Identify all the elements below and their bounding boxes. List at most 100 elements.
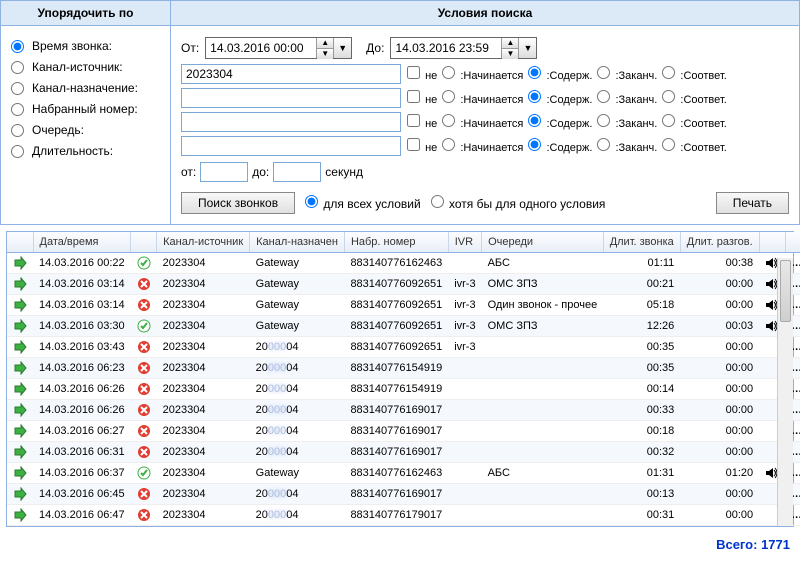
from-spinner[interactable]: ▲▼ — [316, 38, 333, 58]
from-label: От: — [181, 41, 199, 55]
search-header: Условия поиска — [171, 1, 799, 26]
cell-destination: 2000004 — [250, 337, 345, 358]
match-exact[interactable]: :Соответ. — [662, 114, 726, 130]
cell-destination: 2000004 — [250, 421, 345, 442]
filter-row: не :Начинается :Содерж. :Заканч. :Соотве… — [181, 64, 789, 84]
match-ends[interactable]: :Заканч. — [597, 66, 657, 82]
sort-radio[interactable] — [11, 145, 24, 158]
table-row[interactable]: 14.03.2016 06:45202330420000048831407761… — [7, 484, 800, 505]
sort-option[interactable]: Набранный номер: — [11, 102, 160, 116]
spin-down-icon[interactable]: ▼ — [502, 48, 518, 59]
match-starts[interactable]: :Начинается — [442, 138, 523, 154]
direction-icon — [13, 445, 27, 459]
to-date-box[interactable]: ▲▼ ▼ — [390, 37, 537, 59]
table-row[interactable]: 14.03.2016 03:43202330420000048831407760… — [7, 337, 800, 358]
to-spinner[interactable]: ▲▼ — [501, 38, 518, 58]
cell-destination: Gateway — [250, 253, 345, 274]
cell-queue: АБС — [482, 253, 604, 274]
match-starts[interactable]: :Начинается — [442, 66, 523, 82]
direction-icon — [13, 403, 27, 417]
column-header[interactable] — [759, 232, 785, 253]
match-contains[interactable]: :Содерж. — [528, 138, 592, 154]
cell-datetime: 14.03.2016 06:45 — [33, 484, 131, 505]
mode-all[interactable]: для всех условий — [305, 195, 421, 211]
column-header[interactable]: Дата/время — [33, 232, 131, 253]
sort-option[interactable]: Длительность: — [11, 144, 160, 158]
cell-call-duration: 01:31 — [603, 463, 680, 484]
sort-option[interactable]: Канал-назначение: — [11, 81, 160, 95]
filter-input[interactable] — [181, 112, 401, 132]
from-date-input[interactable] — [206, 38, 316, 58]
table-row[interactable]: 14.03.2016 03:142023304Gateway8831407760… — [7, 274, 800, 295]
table-row[interactable]: 14.03.2016 00:222023304Gateway8831407761… — [7, 253, 800, 274]
filter-not[interactable]: не — [407, 66, 437, 82]
spin-down-icon[interactable]: ▼ — [317, 48, 333, 59]
column-header[interactable]: Канал-источник — [157, 232, 250, 253]
search-button[interactable]: Поиск звонков — [181, 192, 295, 214]
table-row[interactable]: 14.03.2016 06:26202330420000048831407761… — [7, 400, 800, 421]
match-contains[interactable]: :Содерж. — [528, 66, 592, 82]
table-row[interactable]: 14.03.2016 06:23202330420000048831407761… — [7, 358, 800, 379]
sort-radio[interactable] — [11, 124, 24, 137]
cell-number: 883140776092651 — [344, 274, 448, 295]
sort-option[interactable]: Канал-источник: — [11, 60, 160, 74]
column-header[interactable] — [131, 232, 157, 253]
spin-up-icon[interactable]: ▲ — [317, 38, 333, 48]
sort-radio[interactable] — [11, 61, 24, 74]
table-row[interactable]: 14.03.2016 03:302023304Gateway8831407760… — [7, 316, 800, 337]
table-row[interactable]: 14.03.2016 06:372023304Gateway8831407761… — [7, 463, 800, 484]
vertical-scrollbar[interactable] — [777, 258, 793, 526]
match-starts[interactable]: :Начинается — [442, 114, 523, 130]
success-icon — [137, 466, 151, 480]
match-exact[interactable]: :Соответ. — [662, 66, 726, 82]
from-dropdown-icon[interactable]: ▼ — [333, 38, 351, 58]
cell-direction — [7, 484, 33, 505]
sort-option[interactable]: Очередь: — [11, 123, 160, 137]
table-row[interactable]: 14.03.2016 06:31202330420000048831407761… — [7, 442, 800, 463]
table-row[interactable]: 14.03.2016 06:47202330420000048831407761… — [7, 505, 800, 526]
filter-not[interactable]: не — [407, 114, 437, 130]
match-ends[interactable]: :Заканч. — [597, 114, 657, 130]
print-button[interactable]: Печать — [716, 192, 789, 214]
match-ends[interactable]: :Заканч. — [597, 138, 657, 154]
column-header[interactable] — [7, 232, 33, 253]
filter-input[interactable] — [181, 136, 401, 156]
match-exact[interactable]: :Соответ. — [662, 90, 726, 106]
match-contains[interactable]: :Содерж. — [528, 114, 592, 130]
dur-from-input[interactable] — [200, 162, 248, 182]
sort-option[interactable]: Время звонка: — [11, 39, 160, 53]
column-header[interactable]: Канал-назначен — [250, 232, 345, 253]
filter-not[interactable]: не — [407, 90, 437, 106]
cell-number: 883140776169017 — [344, 442, 448, 463]
spin-up-icon[interactable]: ▲ — [502, 38, 518, 48]
column-header[interactable]: Длит. разгов. — [680, 232, 759, 253]
match-contains[interactable]: :Содерж. — [528, 90, 592, 106]
to-date-input[interactable] — [391, 38, 501, 58]
table-row[interactable]: 14.03.2016 03:142023304Gateway8831407760… — [7, 295, 800, 316]
cell-ivr: ivr-3 — [448, 337, 481, 358]
cell-number: 883140776179017 — [344, 505, 448, 526]
to-dropdown-icon[interactable]: ▼ — [518, 38, 536, 58]
match-ends[interactable]: :Заканч. — [597, 90, 657, 106]
table-row[interactable]: 14.03.2016 06:26202330420000048831407761… — [7, 379, 800, 400]
match-starts[interactable]: :Начинается — [442, 90, 523, 106]
filter-input[interactable] — [181, 88, 401, 108]
sort-radio[interactable] — [11, 40, 24, 53]
dur-to-input[interactable] — [273, 162, 321, 182]
column-header[interactable]: Очереди — [482, 232, 604, 253]
mode-any[interactable]: хотя бы для одного условия — [431, 195, 606, 211]
cell-source: 2023304 — [157, 316, 250, 337]
match-exact[interactable]: :Соответ. — [662, 138, 726, 154]
column-header[interactable] — [785, 232, 800, 253]
from-date-box[interactable]: ▲▼ ▼ — [205, 37, 352, 59]
filter-input[interactable] — [181, 64, 401, 84]
cell-source: 2023304 — [157, 379, 250, 400]
column-header[interactable]: Длит. звонка — [603, 232, 680, 253]
filter-not[interactable]: не — [407, 138, 437, 154]
sort-radio[interactable] — [11, 103, 24, 116]
table-row[interactable]: 14.03.2016 06:27202330420000048831407761… — [7, 421, 800, 442]
column-header[interactable]: IVR — [448, 232, 481, 253]
sort-radio[interactable] — [11, 82, 24, 95]
column-header[interactable]: Набр. номер — [344, 232, 448, 253]
sort-label: Длительность: — [32, 144, 113, 158]
